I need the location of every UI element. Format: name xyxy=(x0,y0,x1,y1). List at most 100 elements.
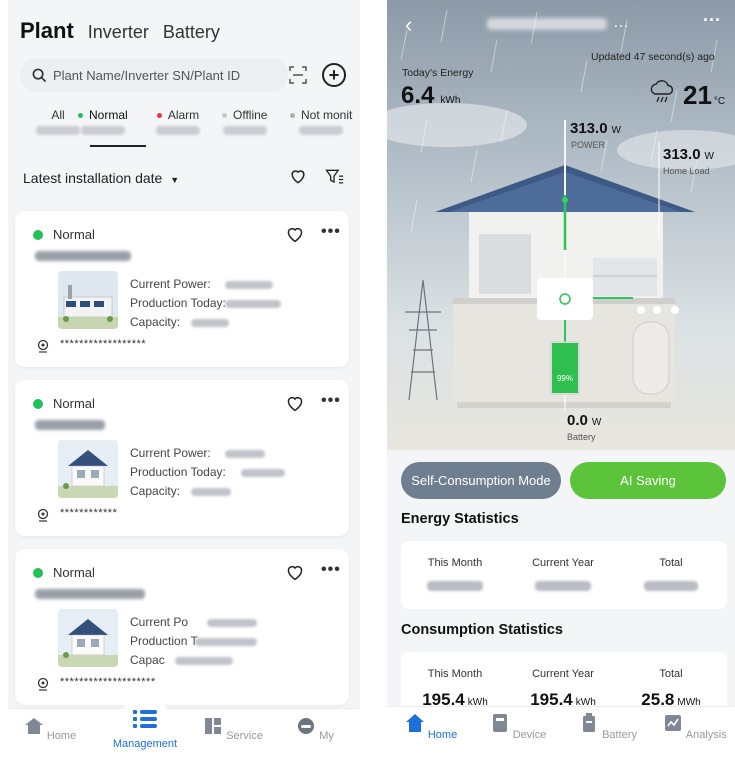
capacity-value-redacted xyxy=(191,488,231,496)
plant-status: Normal xyxy=(33,396,95,411)
status-filter-row: All Normal Alarm Offline Not monit xyxy=(8,108,360,148)
status-offline[interactable]: Offline xyxy=(222,108,267,135)
location-icon xyxy=(37,339,49,353)
plant-address: ******************** xyxy=(60,676,156,688)
consumption-statistics-title: Consumption Statistics xyxy=(401,622,563,638)
plant-name-redacted xyxy=(35,420,105,430)
plant-thumbnail xyxy=(58,609,118,667)
favorite-icon[interactable] xyxy=(285,394,305,412)
nav-home[interactable]: Home xyxy=(15,717,85,742)
user-icon xyxy=(298,718,315,734)
plant-card[interactable]: Normal ••• Current Power: Production Tod… xyxy=(15,211,349,367)
location-icon xyxy=(37,677,49,691)
updated-timestamp: Updated 47 second(s) ago xyxy=(591,51,715,63)
battery-level-fill xyxy=(552,343,578,393)
list-icon xyxy=(133,710,157,728)
scan-icon[interactable] xyxy=(288,65,308,85)
nav-analysis[interactable]: Analysis xyxy=(659,713,731,741)
more-options-icon[interactable]: ••• xyxy=(321,392,341,410)
search-input[interactable]: Plant Name/Inverter SN/Plant ID xyxy=(20,58,288,92)
search-icon xyxy=(32,68,47,82)
back-icon[interactable]: ‹ xyxy=(405,12,412,38)
production-today-label: Production Today: xyxy=(130,296,226,310)
current-power-value-redacted xyxy=(207,619,257,627)
plant-detail-screen: 99% ‹ … ··· Updated 47 second(s) ago Tod… xyxy=(387,0,735,757)
sort-dropdown[interactable]: Latest installation date ▼ xyxy=(23,170,179,186)
plant-thumbnail xyxy=(58,440,118,498)
current-power-value-redacted xyxy=(225,281,273,289)
energy-statistics-card[interactable]: This Month Current Year Total xyxy=(401,541,727,609)
more-options-icon[interactable]: ••• xyxy=(321,223,341,241)
plant-list-screen: Plant Inverter Battery Plant Name/Invert… xyxy=(8,0,360,757)
plant-name-redacted xyxy=(35,251,131,261)
favorite-icon[interactable] xyxy=(285,563,305,581)
todays-energy-value: 6.4 kWh xyxy=(401,82,461,109)
rain-cloud-icon xyxy=(650,80,674,103)
status-not-monitored[interactable]: Not monit xyxy=(290,108,352,135)
search-placeholder: Plant Name/Inverter SN/Plant ID xyxy=(53,67,241,83)
plant-card[interactable]: Normal ••• Current Power: Production Tod… xyxy=(15,380,349,536)
production-today-value-redacted xyxy=(225,300,281,308)
current-power-label: Current Power: xyxy=(130,277,211,291)
nav-service[interactable]: Service xyxy=(198,717,268,742)
capacity-label: Capacity: xyxy=(130,484,181,498)
nav-my[interactable]: My xyxy=(280,717,350,742)
status-alarm[interactable]: Alarm xyxy=(156,108,200,135)
plant-address: ****************** xyxy=(60,338,147,350)
heart-filter-icon[interactable] xyxy=(288,166,308,186)
current-power-value-redacted xyxy=(225,450,265,458)
tab-plant[interactable]: Plant xyxy=(20,18,74,44)
battery-icon xyxy=(583,713,596,732)
service-icon xyxy=(205,718,222,734)
device-icon xyxy=(492,714,507,732)
tab-inverter[interactable]: Inverter xyxy=(88,22,149,43)
home-load-value: 313.0 W xyxy=(663,146,714,163)
more-options-icon[interactable]: ••• xyxy=(321,561,341,579)
plant-address: ************ xyxy=(60,507,118,519)
plant-title-redacted xyxy=(487,18,607,30)
capacity-value-redacted xyxy=(175,657,233,665)
capacity-value-redacted xyxy=(191,319,229,327)
nav-battery[interactable]: Battery xyxy=(572,713,644,741)
favorite-icon[interactable] xyxy=(285,225,305,243)
plant-thumbnail xyxy=(58,271,118,329)
power-value: 313.0 W xyxy=(570,120,621,137)
stat-total: Total xyxy=(617,557,725,591)
battery-soc: 99% xyxy=(556,374,573,383)
home-icon xyxy=(405,714,424,732)
nav-management[interactable]: Management xyxy=(110,707,180,750)
title-ellipsis: … xyxy=(613,14,629,31)
cons-this-month: This Month 195.4 kWh xyxy=(422,668,488,709)
top-tabs: Plant Inverter Battery xyxy=(20,18,220,44)
power-label: POWER xyxy=(571,140,606,150)
active-status-underline xyxy=(90,145,146,147)
caret-down-icon: ▼ xyxy=(170,175,180,185)
temperature: 21 °C xyxy=(683,80,726,110)
plant-card[interactable]: Normal ••• Current Po Production T Capac… xyxy=(15,549,349,705)
production-today-label: Production T xyxy=(130,634,198,648)
status-normal[interactable]: Normal xyxy=(78,108,128,135)
current-power-label: Current Po xyxy=(130,615,189,629)
stat-this-month: This Month xyxy=(401,557,509,591)
energy-statistics-title: Energy Statistics xyxy=(401,511,519,527)
plant-status: Normal xyxy=(33,565,95,580)
capacity-label: Capacity: xyxy=(130,315,181,329)
add-plant-icon[interactable]: + xyxy=(322,63,346,87)
ai-saving-button[interactable]: AI Saving xyxy=(570,462,726,499)
plant-status: Normal xyxy=(33,227,95,242)
nav-home-detail[interactable]: Home xyxy=(395,713,467,741)
production-today-label: Production Today: xyxy=(130,465,226,479)
more-menu-icon[interactable]: ··· xyxy=(703,10,721,31)
tab-battery[interactable]: Battery xyxy=(163,22,220,43)
stat-current-year: Current Year xyxy=(509,557,617,591)
analysis-icon xyxy=(665,715,682,731)
location-icon xyxy=(37,508,49,522)
energy-flow-hero: 99% ‹ … ··· Updated 47 second(s) ago Tod… xyxy=(387,0,735,450)
status-all[interactable]: All xyxy=(36,108,80,135)
filter-icon[interactable] xyxy=(324,167,344,187)
home-load-label: Home Load xyxy=(663,166,710,176)
nav-device[interactable]: Device xyxy=(482,713,554,741)
self-consumption-mode-button[interactable]: Self-Consumption Mode xyxy=(401,462,561,499)
home-icon xyxy=(24,718,43,734)
battery-power-value: 0.0 W xyxy=(567,412,602,429)
